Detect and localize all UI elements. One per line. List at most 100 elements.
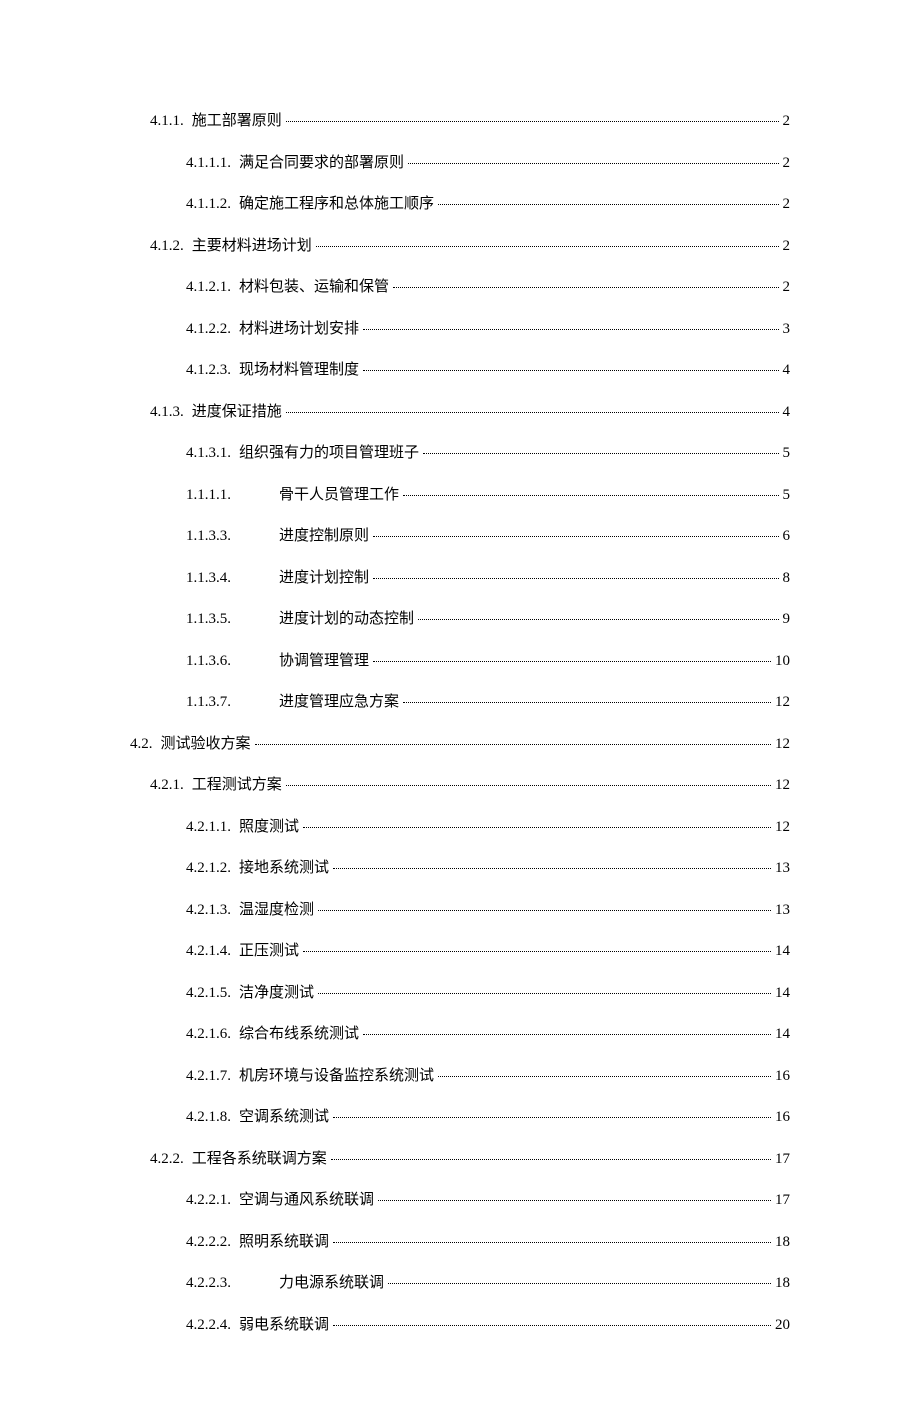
toc-leader-dots <box>303 951 771 952</box>
toc-page-number: 2 <box>783 276 791 299</box>
toc-entry[interactable]: 4.2.1.4.正压测试14 <box>130 940 790 963</box>
toc-entry[interactable]: 4.2.1.2.接地系统测试13 <box>130 857 790 880</box>
toc-page-number: 14 <box>775 940 790 963</box>
toc-entry[interactable]: 4.2.1.工程测试方案12 <box>130 774 790 797</box>
toc-title: 洁净度测试 <box>239 982 314 1005</box>
toc-title: 现场材料管理制度 <box>239 359 359 382</box>
toc-entry[interactable]: 4.1.2.主要材料进场计划2 <box>130 235 790 258</box>
toc-entry[interactable]: 4.2.2.3.力电源系统联调18 <box>130 1272 790 1295</box>
toc-leader-dots <box>373 536 778 537</box>
toc-entry[interactable]: 4.2.1.6.综合布线系统测试14 <box>130 1023 790 1046</box>
toc-leader-dots <box>316 246 779 247</box>
toc-leader-dots <box>333 1242 771 1243</box>
toc-entry[interactable]: 1.1.3.7. 进度管理应急方案 12 <box>130 691 790 714</box>
toc-page-number: 5 <box>783 442 791 465</box>
toc-title: 空调系统测试 <box>239 1106 329 1129</box>
toc-entry[interactable]: 4.1.1.2.确定施工程序和总体施工顺序2 <box>130 193 790 216</box>
toc-entry[interactable]: 4.2.1.5.洁净度测试14 <box>130 982 790 1005</box>
toc-entry[interactable]: 4.2.测试验收方案12 <box>130 733 790 756</box>
toc-entry[interactable]: 4.2.2.1.空调与通风系统联调17 <box>130 1189 790 1212</box>
toc-title: 进度管理应急方案 <box>279 691 399 714</box>
toc-entry[interactable]: 1.1.3.6.协调管理管理10 <box>130 650 790 673</box>
toc-page-number: 16 <box>775 1106 790 1129</box>
toc-title: 综合布线系统测试 <box>239 1023 359 1046</box>
toc-leader-dots <box>438 1076 771 1077</box>
toc-page-number: 12 <box>775 733 790 756</box>
toc-leader-dots <box>373 578 778 579</box>
toc-leader-dots <box>378 1200 771 1201</box>
toc-leader-dots <box>373 661 771 662</box>
toc-page-number: 2 <box>783 152 791 175</box>
toc-entry[interactable]: 1.1.3.5.进度计划的动态控制9 <box>130 608 790 631</box>
toc-entry[interactable]: 4.2.1.8.空调系统测试16 <box>130 1106 790 1129</box>
toc-leader-dots <box>408 163 778 164</box>
toc-page-number: 4 <box>783 401 791 424</box>
toc-number: 4.2.1. <box>150 774 184 797</box>
toc-title: 进度控制原则 <box>279 525 369 548</box>
toc-entry[interactable]: 1.1.3.3.进度控制原则6 <box>130 525 790 548</box>
toc-entry[interactable]: 4.2.1.1.照度测试12 <box>130 816 790 839</box>
toc-page-number: 13 <box>775 857 790 880</box>
toc-title: 进度计划的动态控制 <box>279 608 414 631</box>
toc-title: 施工部署原则 <box>192 110 282 133</box>
toc-entry[interactable]: 1.1.1.1.骨干人员管理工作5 <box>130 484 790 507</box>
toc-leader-dots <box>333 868 771 869</box>
toc-number: 4.2.2.2. <box>186 1231 231 1254</box>
toc-entry[interactable]: 4.2.2.4.弱电系统联调20 <box>130 1314 790 1337</box>
toc-entry[interactable]: 4.1.1.1.满足合同要求的部署原则2 <box>130 152 790 175</box>
toc-leader-dots <box>333 1117 771 1118</box>
toc-leader-dots <box>403 702 771 703</box>
toc-title: 机房环境与设备监控系统测试 <box>239 1065 434 1088</box>
toc-number: 4.1.2.3. <box>186 359 231 382</box>
toc-entry[interactable]: 1.1.3.4.进度计划控制8 <box>130 567 790 590</box>
toc-page-number: 18 <box>775 1272 790 1295</box>
toc-title: 确定施工程序和总体施工顺序 <box>239 193 434 216</box>
toc-entry[interactable]: 4.2.1.7. 机房环境与设备监控系统测试 16 <box>130 1065 790 1088</box>
toc-number: 4.1.2.1. <box>186 276 231 299</box>
toc-title: 材料进场计划安排 <box>239 318 359 341</box>
toc-page-number: 20 <box>775 1314 790 1337</box>
toc-entry[interactable]: 4.1.2.2.材料进场计划安排3 <box>130 318 790 341</box>
toc-page: 4.1.1.施工部署原则24.1.1.1.满足合同要求的部署原则24.1.1.2… <box>0 0 920 1415</box>
toc-page-number: 2 <box>783 235 791 258</box>
toc-entry[interactable]: 4.2.2.2.照明系统联调18 <box>130 1231 790 1254</box>
toc-title: 测试验收方案 <box>161 733 251 756</box>
toc-number: 4.2.1.5. <box>186 982 231 1005</box>
toc-leader-dots <box>286 121 779 122</box>
toc-entry[interactable]: 4.1.1.施工部署原则2 <box>130 110 790 133</box>
toc-entry[interactable]: 4.2.1.3.温湿度检测13 <box>130 899 790 922</box>
toc-title: 温湿度检测 <box>239 899 314 922</box>
toc-number: 4.2.2.3. <box>186 1272 231 1295</box>
toc-leader-dots <box>438 204 778 205</box>
toc-number: 1.1.3.5. <box>186 608 231 631</box>
toc-page-number: 18 <box>775 1231 790 1254</box>
toc-leader-dots <box>393 287 778 288</box>
toc-number: 4.2.1.7. <box>186 1065 231 1088</box>
toc-page-number: 6 <box>783 525 791 548</box>
toc-page-number: 16 <box>775 1065 790 1088</box>
toc-number: 4.1.3.1. <box>186 442 231 465</box>
toc-leader-dots <box>363 370 778 371</box>
toc-entry[interactable]: 4.2.2.工程各系统联调方案17 <box>130 1148 790 1171</box>
toc-entry[interactable]: 4.1.2.3.现场材料管理制度4 <box>130 359 790 382</box>
toc-leader-dots <box>255 744 771 745</box>
toc-number: 4.1.2.2. <box>186 318 231 341</box>
toc-page-number: 2 <box>783 110 791 133</box>
toc-entry[interactable]: 4.1.3.进度保证措施4 <box>130 401 790 424</box>
toc-title: 协调管理管理 <box>279 650 369 673</box>
toc-title: 主要材料进场计划 <box>192 235 312 258</box>
toc-number: 1.1.3.6. <box>186 650 231 673</box>
toc-page-number: 12 <box>775 774 790 797</box>
toc-page-number: 12 <box>775 691 790 714</box>
toc-number: 1.1.3.4. <box>186 567 231 590</box>
toc-page-number: 17 <box>775 1189 790 1212</box>
toc-title: 空调与通风系统联调 <box>239 1189 374 1212</box>
toc-entry[interactable]: 4.1.3.1.组织强有力的项目管理班子5 <box>130 442 790 465</box>
toc-number: 4.1.3. <box>150 401 184 424</box>
toc-number: 1.1.3.7. <box>186 691 231 714</box>
toc-number: 4.2.2. <box>150 1148 184 1171</box>
toc-entry[interactable]: 4.1.2.1.材料包装、运输和保管2 <box>130 276 790 299</box>
toc-title: 满足合同要求的部署原则 <box>239 152 404 175</box>
toc-title: 照度测试 <box>239 816 299 839</box>
toc-leader-dots <box>363 329 778 330</box>
